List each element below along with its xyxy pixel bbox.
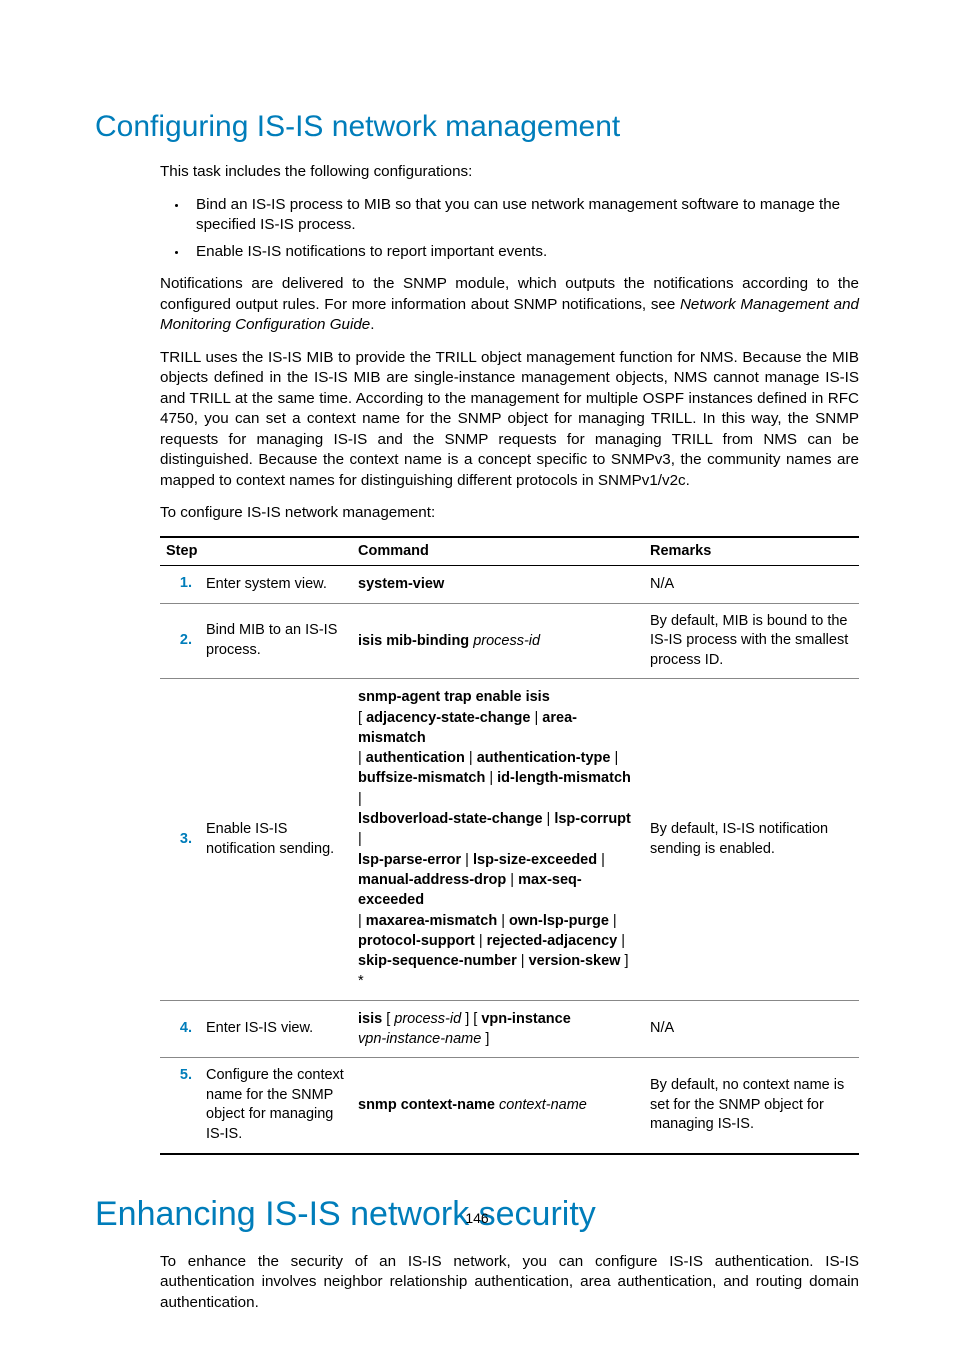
table-row: 2. Bind MIB to an IS-IS process. isis mi… — [160, 603, 859, 679]
table-row: 4. Enter IS-IS view. isis [ process-id ]… — [160, 1000, 859, 1058]
t: | — [506, 872, 518, 888]
t: skip-sequence-number — [358, 953, 517, 969]
t: | — [597, 852, 605, 868]
step-command: snmp-agent trap enable isis [ adjacency-… — [352, 679, 644, 1000]
t: authentication-type — [477, 750, 611, 766]
table-header-row: Step Command Remarks — [160, 537, 859, 566]
t: | — [609, 913, 617, 929]
step-num: 2. — [160, 603, 200, 679]
step-command: isis [ process-id ] [ vpn-instance vpn-i… — [352, 1000, 644, 1058]
cmd-italic: process-id — [469, 633, 540, 649]
step-remarks: By default, MIB is bound to the IS-IS pr… — [644, 603, 859, 679]
bullet-item: Bind an IS-IS process to MIB so that you… — [188, 195, 859, 236]
t: id-length-mismatch — [497, 770, 631, 786]
t: | — [475, 933, 487, 949]
col-remarks: Remarks — [644, 537, 859, 566]
t: | — [517, 953, 529, 969]
step-desc: Configure the context name for the SNMP … — [200, 1058, 352, 1154]
t: buffsize-mismatch — [358, 770, 485, 786]
step-num: 5. — [160, 1058, 200, 1154]
bullet-list: Bind an IS-IS process to MIB so that you… — [160, 195, 859, 263]
section1-body: This task includes the following configu… — [160, 162, 859, 1155]
step-command: isis mib-binding process-id — [352, 603, 644, 679]
step-desc: Enter IS-IS view. — [200, 1000, 352, 1058]
table-row: 5. Configure the context name for the SN… — [160, 1058, 859, 1154]
bullet-item: Enable IS-IS notifications to report imp… — [188, 242, 859, 263]
t: ] [ — [461, 1011, 481, 1027]
t: | — [610, 750, 618, 766]
steps-table: Step Command Remarks 1. Enter system vie… — [160, 536, 859, 1155]
t: protocol-support — [358, 933, 475, 949]
t: | — [485, 770, 497, 786]
cmd-bold: isis mib-binding — [358, 633, 469, 649]
step-num: 1. — [160, 566, 200, 603]
t: version-skew — [529, 953, 621, 969]
step-remarks: N/A — [644, 1000, 859, 1058]
to-configure-para: To configure IS-IS network management: — [160, 503, 859, 524]
col-command: Command — [352, 537, 644, 566]
step-remarks: By default, IS-IS notification sending i… — [644, 679, 859, 1000]
cmd-italic: context-name — [495, 1097, 587, 1113]
t: vpn-instance — [481, 1011, 570, 1027]
t: [ — [358, 710, 366, 726]
t: lsp-corrupt — [554, 811, 631, 827]
section-heading-config: Configuring IS-IS network management — [95, 110, 859, 144]
step-num: 4. — [160, 1000, 200, 1058]
notifications-para: Notifications are delivered to the SNMP … — [160, 274, 859, 336]
security-para: To enhance the security of an IS-IS netw… — [160, 1252, 859, 1314]
trill-para: TRILL uses the IS-IS MIB to provide the … — [160, 348, 859, 492]
t: lsdboverload-state-change — [358, 811, 543, 827]
t: authentication — [366, 750, 465, 766]
t: adjacency-state-change — [366, 710, 530, 726]
t: | — [465, 750, 477, 766]
step-desc: Enable IS-IS notification sending. — [200, 679, 352, 1000]
t: | — [461, 852, 473, 868]
section2-body: To enhance the security of an IS-IS netw… — [160, 1252, 859, 1314]
col-step: Step — [160, 537, 352, 566]
step-num: 3. — [160, 679, 200, 1000]
t: [ — [382, 1011, 394, 1027]
step-command: snmp context-name context-name — [352, 1058, 644, 1154]
t: own-lsp-purge — [509, 913, 609, 929]
cmd-bold: snmp context-name — [358, 1097, 495, 1113]
t: vpn-instance-name — [358, 1031, 481, 1047]
t: | — [358, 913, 366, 929]
text: . — [370, 316, 374, 333]
step-desc: Enter system view. — [200, 566, 352, 603]
page-content: Configuring IS-IS network management Thi… — [0, 0, 954, 1365]
table-row: 3. Enable IS-IS notification sending. sn… — [160, 679, 859, 1000]
cmd-bold: snmp-agent trap enable isis — [358, 689, 550, 705]
step-remarks: N/A — [644, 566, 859, 603]
t: rejected-adjacency — [487, 933, 618, 949]
t: | — [617, 933, 625, 949]
t: | — [543, 811, 555, 827]
step-command: system-view — [352, 566, 644, 603]
step-desc: Bind MIB to an IS-IS process. — [200, 603, 352, 679]
t: | — [530, 710, 542, 726]
t: | — [497, 913, 509, 929]
t: | — [358, 750, 366, 766]
intro-para: This task includes the following configu… — [160, 162, 859, 183]
t: | — [358, 831, 362, 847]
t: isis — [358, 1011, 382, 1027]
t: process-id — [394, 1011, 461, 1027]
step-remarks: By default, no context name is set for t… — [644, 1058, 859, 1154]
t: lsp-parse-error — [358, 852, 461, 868]
t: | — [358, 791, 362, 807]
t: ] — [481, 1031, 489, 1047]
t: manual-address-drop — [358, 872, 506, 888]
t: lsp-size-exceeded — [473, 852, 597, 868]
table-row: 1. Enter system view. system-view N/A — [160, 566, 859, 603]
page-number: 146 — [0, 1210, 954, 1226]
cmd-bold: system-view — [358, 576, 444, 592]
t: maxarea-mismatch — [366, 913, 497, 929]
